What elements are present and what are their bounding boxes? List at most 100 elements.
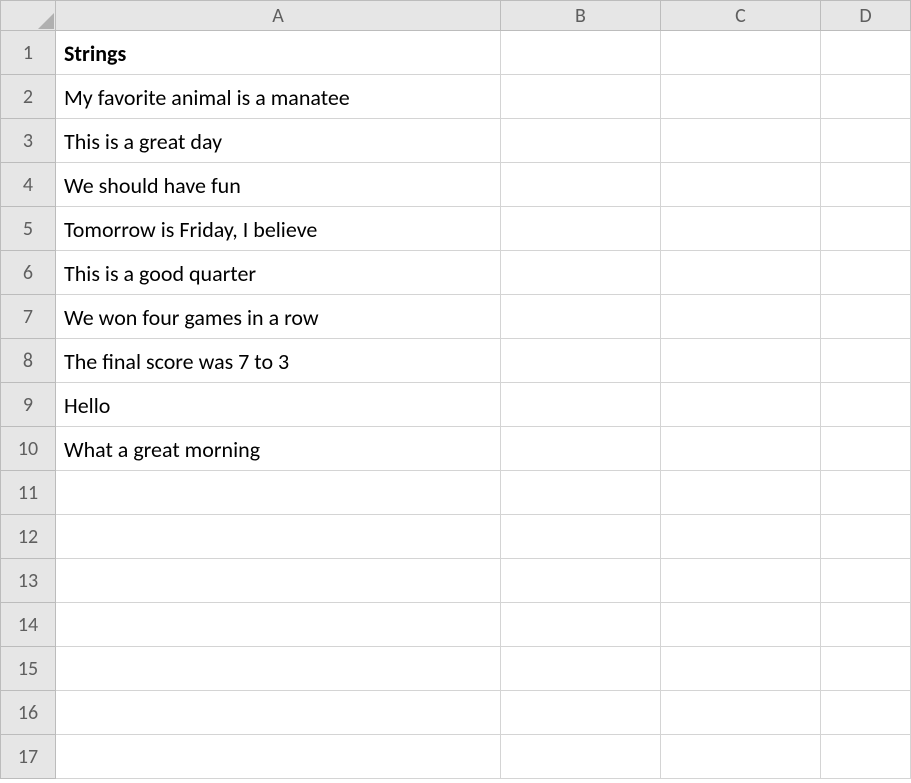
cell-B17[interactable] (501, 735, 661, 779)
row-header-5[interactable]: 5 (1, 207, 56, 251)
row-header-10[interactable]: 10 (1, 427, 56, 471)
cell-C14[interactable] (661, 603, 821, 647)
cell-A11[interactable] (56, 471, 501, 515)
cell-B4[interactable] (501, 163, 661, 207)
cell-C6[interactable] (661, 251, 821, 295)
cell-A4[interactable]: We should have fun (56, 163, 501, 207)
cell-C10[interactable] (661, 427, 821, 471)
cell-D6[interactable] (821, 251, 911, 295)
cell-C13[interactable] (661, 559, 821, 603)
column-header-C[interactable]: C (661, 1, 821, 31)
row-header-6[interactable]: 6 (1, 251, 56, 295)
spreadsheet-grid[interactable]: A B C D 1 Strings 2 My favorite animal i… (0, 0, 911, 779)
cell-C1[interactable] (661, 31, 821, 75)
cell-B5[interactable] (501, 207, 661, 251)
cell-C3[interactable] (661, 119, 821, 163)
cell-B9[interactable] (501, 383, 661, 427)
row-header-12[interactable]: 12 (1, 515, 56, 559)
cell-D10[interactable] (821, 427, 911, 471)
grid-row: 16 (1, 691, 911, 735)
cell-A8[interactable]: The final score was 7 to 3 (56, 339, 501, 383)
cell-A2[interactable]: My favorite animal is a manatee (56, 75, 501, 119)
cell-D13[interactable] (821, 559, 911, 603)
cell-A10[interactable]: What a great morning (56, 427, 501, 471)
cell-B14[interactable] (501, 603, 661, 647)
cell-A5[interactable]: Tomorrow is Friday, I believe (56, 207, 501, 251)
cell-C11[interactable] (661, 471, 821, 515)
cell-C15[interactable] (661, 647, 821, 691)
cell-C12[interactable] (661, 515, 821, 559)
cell-D16[interactable] (821, 691, 911, 735)
cell-D14[interactable] (821, 603, 911, 647)
cell-B10[interactable] (501, 427, 661, 471)
cell-B8[interactable] (501, 339, 661, 383)
cell-B3[interactable] (501, 119, 661, 163)
cell-C2[interactable] (661, 75, 821, 119)
cell-C4[interactable] (661, 163, 821, 207)
cell-A1[interactable]: Strings (56, 31, 501, 75)
select-all-corner[interactable] (1, 1, 56, 31)
cell-D3[interactable] (821, 119, 911, 163)
cell-A17[interactable] (56, 735, 501, 779)
grid-row: 2 My favorite animal is a manatee (1, 75, 911, 119)
grid-row: 15 (1, 647, 911, 691)
cell-B12[interactable] (501, 515, 661, 559)
select-all-triangle-icon (38, 13, 54, 29)
cell-A12[interactable] (56, 515, 501, 559)
column-header-D[interactable]: D (821, 1, 911, 31)
cell-D11[interactable] (821, 471, 911, 515)
cell-D8[interactable] (821, 339, 911, 383)
cell-C8[interactable] (661, 339, 821, 383)
cell-A6[interactable]: This is a good quarter (56, 251, 501, 295)
cell-A3[interactable]: This is a great day (56, 119, 501, 163)
row-header-3[interactable]: 3 (1, 119, 56, 163)
grid-row: 14 (1, 603, 911, 647)
cell-B1[interactable] (501, 31, 661, 75)
cell-A15[interactable] (56, 647, 501, 691)
column-header-B[interactable]: B (501, 1, 661, 31)
cell-D1[interactable] (821, 31, 911, 75)
grid-row: 4 We should have fun (1, 163, 911, 207)
cell-B15[interactable] (501, 647, 661, 691)
cell-A14[interactable] (56, 603, 501, 647)
row-header-13[interactable]: 13 (1, 559, 56, 603)
cell-D12[interactable] (821, 515, 911, 559)
cell-C7[interactable] (661, 295, 821, 339)
cell-D7[interactable] (821, 295, 911, 339)
column-header-A[interactable]: A (56, 1, 501, 31)
row-header-17[interactable]: 17 (1, 735, 56, 779)
row-header-1[interactable]: 1 (1, 31, 56, 75)
cell-B7[interactable] (501, 295, 661, 339)
cell-A13[interactable] (56, 559, 501, 603)
cell-D4[interactable] (821, 163, 911, 207)
row-header-7[interactable]: 7 (1, 295, 56, 339)
cell-C16[interactable] (661, 691, 821, 735)
cell-D2[interactable] (821, 75, 911, 119)
row-header-11[interactable]: 11 (1, 471, 56, 515)
cell-C5[interactable] (661, 207, 821, 251)
row-header-8[interactable]: 8 (1, 339, 56, 383)
cell-B2[interactable] (501, 75, 661, 119)
cell-D5[interactable] (821, 207, 911, 251)
cell-A16[interactable] (56, 691, 501, 735)
grid-row: 13 (1, 559, 911, 603)
cell-B11[interactable] (501, 471, 661, 515)
cell-C9[interactable] (661, 383, 821, 427)
grid-row: 17 (1, 735, 911, 779)
cell-D17[interactable] (821, 735, 911, 779)
cell-B6[interactable] (501, 251, 661, 295)
cell-D9[interactable] (821, 383, 911, 427)
row-header-4[interactable]: 4 (1, 163, 56, 207)
cell-B13[interactable] (501, 559, 661, 603)
row-header-16[interactable]: 16 (1, 691, 56, 735)
row-header-2[interactable]: 2 (1, 75, 56, 119)
cell-A9[interactable]: Hello (56, 383, 501, 427)
grid-row: 11 (1, 471, 911, 515)
cell-B16[interactable] (501, 691, 661, 735)
cell-A7[interactable]: We won four games in a row (56, 295, 501, 339)
row-header-9[interactable]: 9 (1, 383, 56, 427)
row-header-14[interactable]: 14 (1, 603, 56, 647)
row-header-15[interactable]: 15 (1, 647, 56, 691)
cell-D15[interactable] (821, 647, 911, 691)
cell-C17[interactable] (661, 735, 821, 779)
